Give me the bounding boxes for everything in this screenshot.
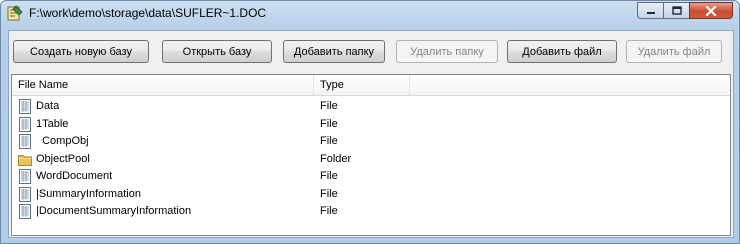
delete-folder-button[interactable]: Удалить папку bbox=[396, 40, 498, 63]
list-item[interactable]: WordDocument File bbox=[12, 168, 730, 186]
caption-buttons bbox=[637, 2, 733, 20]
close-icon bbox=[705, 5, 717, 16]
add-file-button[interactable]: Добавить файл bbox=[507, 40, 617, 63]
file-type: File bbox=[320, 117, 338, 130]
file-name: CompObj bbox=[36, 135, 89, 147]
list-item[interactable]: |DocumentSummaryInformation File bbox=[12, 203, 730, 221]
file-type: File bbox=[320, 187, 338, 200]
file-type: File bbox=[320, 100, 338, 112]
file-type: File bbox=[320, 135, 338, 147]
add-folder-button[interactable]: Добавить папку bbox=[283, 40, 385, 63]
maximize-button[interactable] bbox=[663, 2, 689, 19]
open-database-button[interactable]: Открыть базу bbox=[162, 40, 272, 63]
file-name: WordDocument bbox=[36, 170, 113, 182]
document-icon bbox=[19, 99, 31, 114]
file-name: |DocumentSummaryInformation bbox=[36, 205, 192, 217]
file-name: Data bbox=[36, 100, 60, 112]
column-header-file-name[interactable]: File Name bbox=[12, 75, 314, 95]
file-name: 1Table bbox=[36, 117, 69, 130]
list-item[interactable]: CompObj File bbox=[12, 133, 730, 151]
window-title: F:\work\demo\storage\data\SUFLER~1.DOC bbox=[29, 6, 267, 20]
document-icon bbox=[19, 186, 31, 202]
app-icon bbox=[7, 5, 23, 21]
title-bar[interactable]: F:\work\demo\storage\data\SUFLER~1.DOC bbox=[1, 1, 739, 25]
file-list[interactable]: File Name Type Data File 1Table File Com… bbox=[11, 74, 731, 236]
file-type: File bbox=[320, 170, 338, 182]
list-item[interactable]: 1Table File bbox=[12, 116, 730, 134]
client-area: Создать новую базу Открыть базу Добавить… bbox=[8, 30, 734, 238]
list-rows: Data File 1Table File CompObj File Objec… bbox=[12, 98, 730, 221]
app-window: F:\work\demo\storage\data\SUFLER~1.DOC С… bbox=[0, 0, 740, 244]
column-header-type[interactable]: Type bbox=[314, 75, 410, 95]
delete-file-button[interactable]: Удалить файл bbox=[626, 40, 722, 63]
list-item[interactable]: |SummaryInformation File bbox=[12, 186, 730, 204]
file-type: Folder bbox=[320, 152, 352, 165]
close-button[interactable] bbox=[689, 2, 733, 19]
minimize-button[interactable] bbox=[637, 2, 663, 19]
list-item[interactable]: ObjectPool Folder bbox=[12, 151, 730, 169]
file-name: ObjectPool bbox=[36, 152, 90, 165]
toolbar: Создать новую базу Открыть базу Добавить… bbox=[9, 31, 733, 71]
maximize-icon bbox=[671, 6, 682, 15]
document-icon bbox=[19, 169, 31, 184]
list-item[interactable]: Data File bbox=[12, 98, 730, 116]
file-type: File bbox=[320, 205, 338, 217]
minimize-icon bbox=[646, 11, 655, 14]
document-icon bbox=[19, 134, 31, 149]
document-icon bbox=[19, 116, 31, 132]
create-database-button[interactable]: Создать новую базу bbox=[13, 40, 149, 63]
document-icon bbox=[19, 204, 31, 219]
file-name: |SummaryInformation bbox=[36, 187, 141, 200]
folder-icon bbox=[18, 154, 32, 166]
list-header: File Name Type bbox=[12, 75, 730, 96]
